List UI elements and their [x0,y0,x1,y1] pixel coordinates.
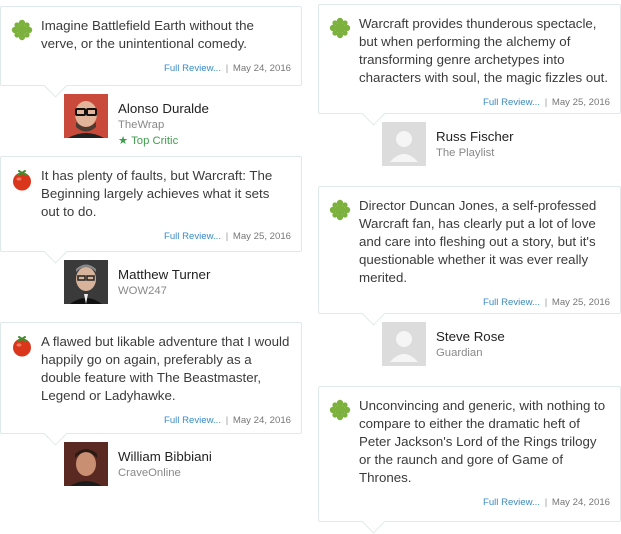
critic-text: Steve Rose Guardian [436,328,505,361]
critic-avatar[interactable] [64,260,108,304]
review-bubble: Unconvincing and generic, with nothing t… [318,386,621,522]
review-quote: Director Duncan Jones, a self-professed … [359,198,597,285]
critic-photo [64,260,108,304]
review-quote: It has plenty of faults, but Warcraft: T… [41,168,273,219]
review-date: May 25, 2016 [551,97,610,108]
critic-name[interactable]: Matthew Turner [118,266,210,283]
critic-text: Russ Fischer The Playlist [436,128,514,161]
critic-name[interactable]: Russ Fischer [436,128,514,145]
critic-info: Alonso Duralde TheWrap ★ Top Critic [0,90,302,149]
meta-separator: | [544,297,548,308]
review-meta: Full Review... | May 25, 2016 [359,97,610,108]
critic-info: Russ Fischer The Playlist [318,118,621,174]
review-meta: Full Review... | May 25, 2016 [41,231,291,242]
critic-avatar[interactable] [64,442,108,486]
critic-avatar[interactable] [64,94,108,138]
review-card: Imagine Battlefield Earth without the ve… [0,6,302,149]
critic-text: Matthew Turner WOW247 [118,266,210,299]
critic-publication[interactable]: CraveOnline [118,465,212,481]
rotten-splat-icon [329,199,351,221]
critic-avatar[interactable] [382,322,426,366]
critic-name[interactable]: Alonso Duralde [118,100,209,117]
critic-text: Alonso Duralde TheWrap ★ Top Critic [118,100,209,149]
full-review-link[interactable]: Full Review... [164,231,221,242]
critic-name[interactable]: William Bibbiani [118,448,212,465]
full-review-link[interactable]: Full Review... [164,415,221,426]
top-critic-label: Top Critic [131,135,179,147]
critic-publication[interactable]: Guardian [436,345,505,361]
review-bubble: Director Duncan Jones, a self-professed … [318,186,621,314]
review-date: May 24, 2016 [232,63,291,74]
full-review-link[interactable]: Full Review... [164,63,221,74]
review-card: Director Duncan Jones, a self-professed … [318,186,621,374]
review-date: May 24, 2016 [551,497,610,508]
meta-separator: | [225,63,229,74]
review-bubble: A flawed but likable adventure that I wo… [0,322,302,434]
review-bubble: It has plenty of faults, but Warcraft: T… [0,156,302,252]
meta-separator: | [225,415,229,426]
full-review-link[interactable]: Full Review... [483,97,540,108]
review-meta: Full Review... | May 25, 2016 [359,297,610,308]
full-review-link[interactable]: Full Review... [483,297,540,308]
review-bubble: Imagine Battlefield Earth without the ve… [0,6,302,86]
review-meta: Full Review... | May 24, 2016 [41,415,291,426]
rotten-splat-icon [329,17,351,39]
critic-text: William Bibbiani CraveOnline [118,448,212,481]
review-quote: Warcraft provides thunderous spectacle, … [359,16,609,85]
critic-photo [64,442,108,486]
review-card: Unconvincing and generic, with nothing t… [318,386,621,522]
review-quote: A flawed but likable adventure that I wo… [41,334,290,403]
review-meta: Full Review... | May 24, 2016 [359,497,610,508]
critic-name[interactable]: Steve Rose [436,328,505,345]
review-meta: Full Review... | May 24, 2016 [41,63,291,74]
critic-publication[interactable]: WOW247 [118,283,210,299]
review-card: A flawed but likable adventure that I wo… [0,322,302,494]
review-bubble: Warcraft provides thunderous spectacle, … [318,4,621,114]
review-date: May 25, 2016 [232,231,291,242]
review-date: May 25, 2016 [551,297,610,308]
critic-publication[interactable]: TheWrap [118,117,209,133]
meta-separator: | [544,497,548,508]
critic-info: Steve Rose Guardian [318,318,621,374]
review-quote: Imagine Battlefield Earth without the ve… [41,18,254,51]
review-quote: Unconvincing and generic, with nothing t… [359,398,606,485]
top-critic-badge: ★ Top Critic [118,133,209,149]
fresh-tomato-icon [13,336,31,357]
critic-publication[interactable]: The Playlist [436,145,514,161]
critic-info: Matthew Turner WOW247 [0,256,302,312]
rotten-splat-icon [329,399,351,421]
meta-separator: | [544,97,548,108]
fresh-tomato-icon [13,170,31,191]
star-icon: ★ [118,135,129,147]
full-review-link[interactable]: Full Review... [483,497,540,508]
review-card: It has plenty of faults, but Warcraft: T… [0,156,302,312]
review-card: Warcraft provides thunderous spectacle, … [318,4,621,174]
critic-info: William Bibbiani CraveOnline [0,438,302,494]
avatar-placeholder-icon [382,122,426,166]
avatar-placeholder-icon [382,322,426,366]
critic-avatar[interactable] [382,122,426,166]
meta-separator: | [225,231,229,242]
review-date: May 24, 2016 [232,415,291,426]
rotten-splat-icon [11,19,33,41]
critic-photo [64,94,108,138]
